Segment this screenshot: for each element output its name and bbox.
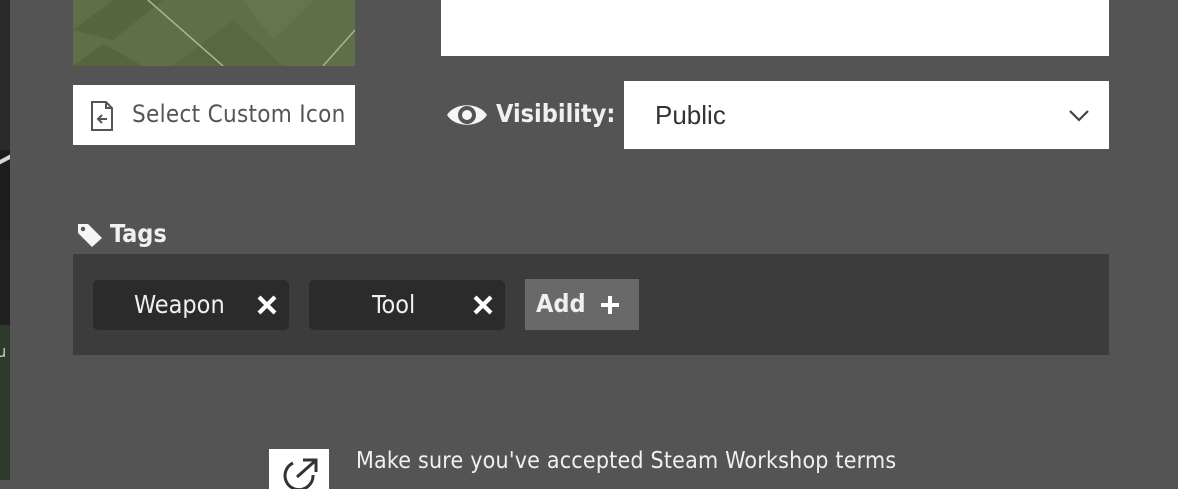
add-tag-label: Add <box>536 289 586 318</box>
select-custom-icon-button[interactable]: Select Custom Icon <box>73 85 355 145</box>
mod-preview-image <box>73 0 355 66</box>
add-tag-button[interactable]: Add <box>525 279 639 330</box>
select-custom-icon-label: Select Custom Icon <box>132 100 346 128</box>
plus-icon <box>601 296 619 314</box>
visibility-selected-value: Public <box>655 100 726 130</box>
external-link-icon <box>283 458 318 489</box>
tag-chip-weapon[interactable]: Weapon <box>93 280 289 330</box>
file-import-icon <box>91 101 113 131</box>
tags-heading: Tags <box>110 219 167 248</box>
visibility-dropdown[interactable]: Public <box>624 81 1109 149</box>
tag-chip-label: Tool <box>372 290 416 319</box>
tags-panel: Weapon Tool Add <box>73 254 1109 355</box>
external-link-button[interactable] <box>269 449 329 489</box>
close-icon[interactable] <box>472 294 494 316</box>
tag-chip-label: Weapon <box>134 290 225 319</box>
close-icon[interactable] <box>256 294 278 316</box>
description-input[interactable] <box>441 0 1109 56</box>
workshop-terms-text: Make sure you've accepted Steam Workshop… <box>356 448 897 474</box>
tag-icon <box>78 224 102 247</box>
eye-icon <box>447 105 487 125</box>
tag-chip-tool[interactable]: Tool <box>309 280 505 330</box>
chevron-down-icon <box>1069 110 1089 122</box>
background-scene-strip: u <box>0 0 10 480</box>
visibility-label: Visibility: <box>496 99 616 128</box>
